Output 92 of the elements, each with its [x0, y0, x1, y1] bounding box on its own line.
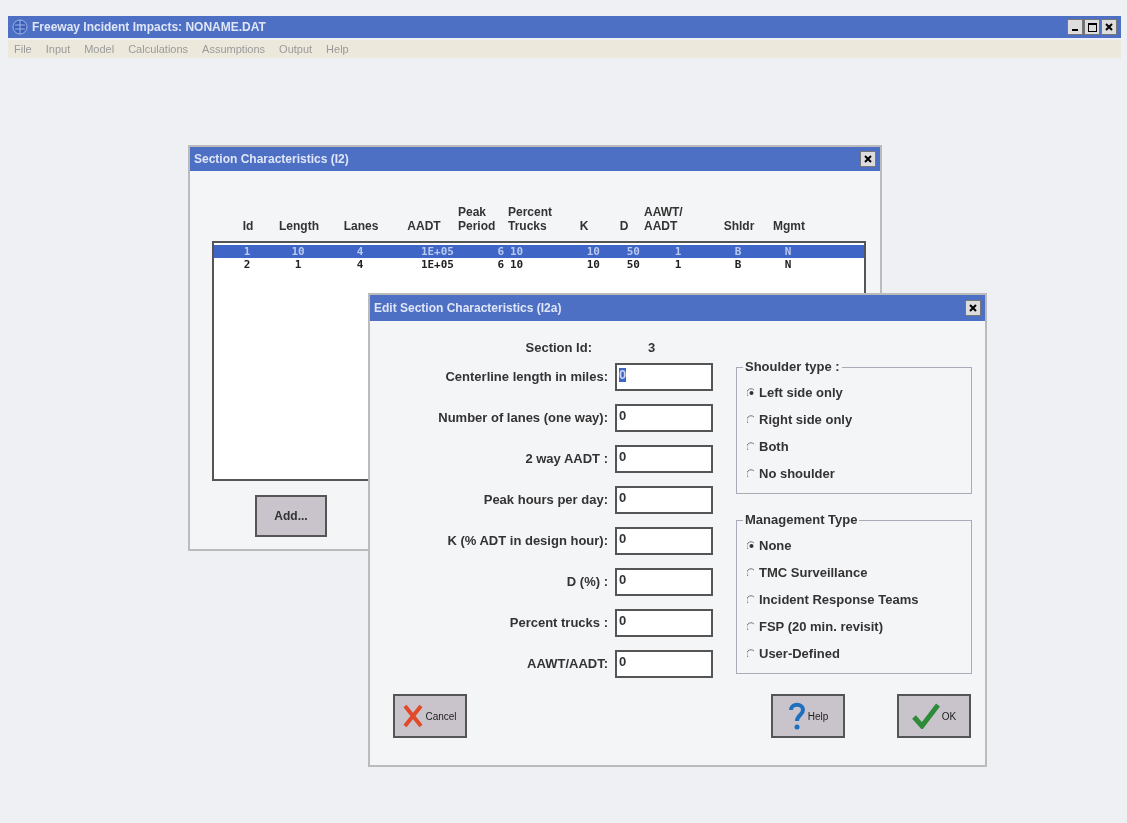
radio-button[interactable] [747, 568, 756, 578]
column-header: Peak Period [458, 205, 497, 233]
table-cell-text: 2 [242, 258, 252, 271]
table-row[interactable]: 2 1 4 1E+05 6 10 10 50 1 B N [214, 258, 864, 271]
field-label: Centerline length in miles: [444, 368, 608, 387]
radio-button[interactable] [747, 541, 756, 551]
close-icon [864, 155, 872, 163]
column-header: K [578, 219, 590, 233]
ok-button[interactable]: OK [897, 694, 971, 738]
radio-label[interactable]: No shoulder [759, 464, 835, 484]
radio-label[interactable]: Both [759, 437, 789, 457]
radio-button[interactable] [747, 622, 756, 632]
table-cell-text: 4 [355, 245, 365, 258]
field-label: D (%) : [565, 573, 608, 592]
column-header: Mgmt [772, 219, 806, 233]
field-label: AAWT/AADT: [526, 655, 608, 674]
column-header: Id [241, 219, 255, 233]
close-button[interactable] [1101, 19, 1117, 35]
table-cell-text: 10 [510, 258, 525, 271]
radio-label[interactable]: FSP (20 min. revisit) [759, 617, 884, 637]
table-cell-text: 1 [673, 258, 683, 271]
input-field[interactable]: 0 [615, 486, 713, 514]
column-header: Lanes [342, 219, 380, 233]
radio-label[interactable]: Right side only [759, 410, 853, 430]
table-cell-text: 10 [290, 245, 306, 258]
table-cell-text: 1E+05 [419, 258, 455, 271]
table-cell-text: 1 [293, 258, 303, 271]
radio-button[interactable] [747, 388, 756, 398]
radio-button[interactable] [747, 442, 756, 452]
group-title: Shoulder type : [743, 359, 842, 375]
radio-button[interactable] [747, 415, 756, 425]
radio-label[interactable]: Left side only [759, 383, 843, 403]
minimize-button[interactable] [1067, 19, 1083, 35]
table-cell-text: 10 [585, 258, 601, 271]
radio-label[interactable]: None [759, 536, 792, 556]
column-header: D [618, 219, 630, 233]
column-header: Length [278, 219, 320, 233]
table-cell-text: N [783, 245, 793, 258]
table-cell-text: 6 [496, 258, 505, 271]
section-id-value: 3 [648, 338, 656, 357]
input-field[interactable]: 0 [615, 650, 713, 678]
radio-button[interactable] [747, 595, 756, 605]
table-cell-text: B [733, 258, 743, 271]
field-label: Percent trucks : [508, 614, 608, 633]
globe-icon [12, 19, 28, 35]
table-cell-text: 1E+05 [419, 245, 455, 258]
table-cell-text: 50 [625, 258, 641, 271]
column-header: Shldr [722, 219, 756, 233]
dialog-title: Edit Section Characteristics (I2a) [374, 300, 562, 317]
table-cell-text: 1 [242, 245, 252, 258]
table-cell-text: 10 [510, 245, 525, 258]
cancel-button[interactable]: Cancel [393, 694, 467, 738]
radio-button[interactable] [747, 469, 756, 479]
radio-button[interactable] [747, 649, 756, 659]
dialog-title: Section Characteristics (I2) [194, 151, 349, 168]
input-field[interactable]: 0 [615, 527, 713, 555]
table-cell-text: 10 [585, 245, 601, 258]
table-cell-text: 50 [625, 245, 641, 258]
table-cell-text: 6 [496, 245, 505, 258]
radio-label[interactable]: Incident Response Teams [759, 590, 919, 610]
input-field[interactable]: 0 [615, 404, 713, 432]
maximize-button[interactable] [1084, 19, 1100, 35]
column-header: AADT [406, 219, 442, 233]
close-button[interactable] [860, 151, 876, 167]
field-label: Number of lanes (one way): [437, 409, 608, 428]
field-label: Peak hours per day: [482, 491, 608, 510]
close-button[interactable] [965, 300, 981, 316]
radio-label[interactable]: TMC Surveillance [759, 563, 868, 583]
help-button[interactable]: Help [771, 694, 845, 738]
table-cell-text: N [783, 258, 793, 271]
table-cell-text: B [733, 245, 743, 258]
maximize-icon [1087, 22, 1097, 32]
table-cell-text: 4 [355, 258, 365, 271]
close-icon [1105, 23, 1113, 31]
group-title: Management Type [743, 512, 860, 528]
input-field[interactable]: 0 [615, 445, 713, 473]
field-label: 2 way AADT : [524, 450, 608, 469]
table-cell-text: 1 [673, 245, 683, 258]
input-field[interactable]: 0 [615, 568, 713, 596]
radio-label[interactable]: User-Defined [759, 644, 840, 664]
column-header: AAWT/ AADT [644, 205, 684, 233]
checkmark-icon [911, 703, 940, 729]
help-icon [787, 702, 806, 730]
input-field[interactable]: 0 [615, 363, 713, 391]
field-label: K (% ADT in design hour): [446, 532, 608, 551]
cross-icon [403, 704, 424, 728]
close-icon [969, 304, 977, 312]
field-label: Section Id: [524, 338, 592, 357]
add-button[interactable]: Add... [255, 495, 327, 537]
column-header: Percent Trucks [508, 205, 554, 233]
input-field[interactable]: 0 [615, 609, 713, 637]
window-title: Freeway Incident Impacts: NONAME.DAT [32, 19, 266, 36]
